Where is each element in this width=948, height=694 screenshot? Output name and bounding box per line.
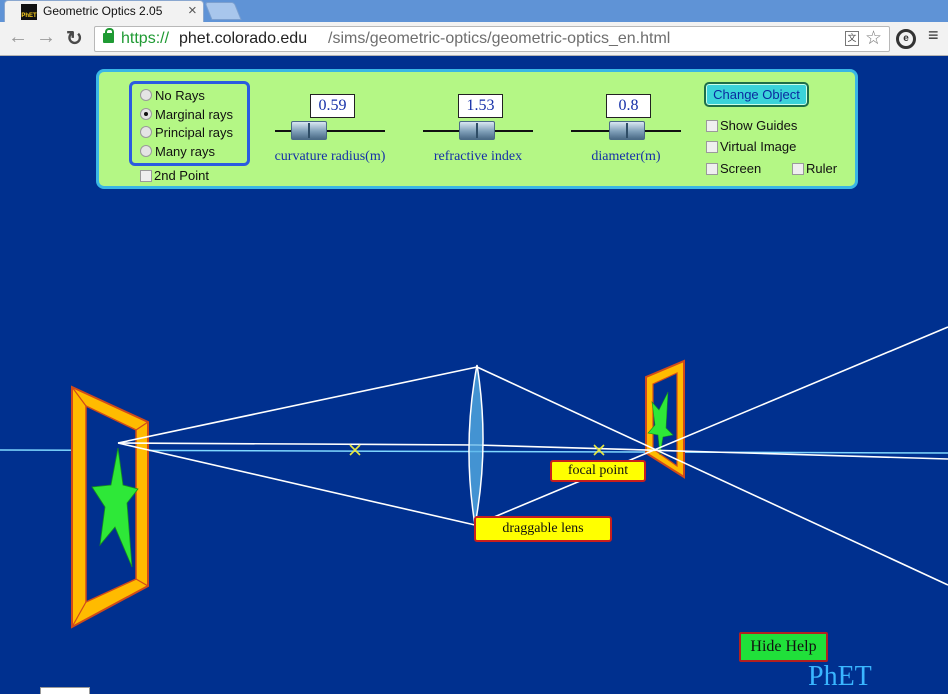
slider-knob[interactable] [609,121,645,140]
radio-button[interactable] [140,89,152,101]
checkbox-label: Show Guides [720,118,798,133]
translate-icon[interactable]: 文 [845,31,859,46]
virtual-image-checkbox[interactable]: Virtual Image [706,139,796,154]
checkbox-box[interactable] [706,140,718,153]
ray-mode-group: No Rays Marginal rays Principal rays Man… [129,81,250,166]
checkbox-box[interactable] [706,119,718,132]
phet-logo[interactable]: PhET [808,661,872,693]
curvature-radius-slider[interactable]: 0.59 curvature radius(m) [275,94,385,164]
radio-label: Many rays [155,143,215,159]
checkbox-box[interactable] [140,169,152,182]
checkbox-box[interactable] [706,162,718,175]
ruler-tool[interactable] [40,687,90,694]
radio-marginal-rays[interactable]: Marginal rays [140,105,233,123]
focal-point-label: focal point [550,460,646,482]
radio-button[interactable] [140,108,152,120]
radio-no-rays[interactable]: No Rays [140,86,205,104]
reload-icon[interactable]: ↻ [66,26,83,51]
slider-knob[interactable] [291,121,327,140]
menu-icon[interactable]: ≡ [928,25,939,46]
checkbox-label: Virtual Image [720,139,797,154]
light-rays [117,326,948,586]
radio-label: No Rays [155,87,205,103]
radio-button[interactable] [140,126,152,138]
bookmark-star-icon[interactable]: ☆ [865,27,882,50]
focal-point-marker-right [593,444,605,456]
slider-label: refractive index [433,149,523,164]
back-arrow-icon[interactable]: ← [8,26,28,49]
slider-label: curvature radius(m) [274,149,386,164]
phet-favicon-icon: PhET [21,4,37,20]
hide-help-button[interactable]: Hide Help [739,632,828,662]
ruler-checkbox[interactable]: Ruler [792,161,837,176]
screen-checkbox[interactable]: Screen [706,161,761,176]
radio-label: Marginal rays [155,106,234,122]
tab-title: Geometric Optics 2.05 [43,4,163,18]
focal-point-marker-left [349,444,361,456]
slider-value: 0.59 [310,94,355,118]
lens[interactable] [468,364,484,526]
slider-knob[interactable] [459,121,495,140]
radio-many-rays[interactable]: Many rays [140,142,215,160]
show-guides-checkbox[interactable]: Show Guides [706,118,797,133]
tab-close-icon[interactable]: × [188,2,197,19]
browser-toolbar: ← → ↻ https:// phet.colorado.edu /sims/g… [0,22,948,56]
radio-label: Principal rays [155,124,234,140]
checkbox-box[interactable] [792,162,804,175]
draggable-lens-label: draggable lens [474,516,612,542]
change-object-button[interactable]: Change Object [704,82,809,107]
checkbox-label: Screen [720,161,762,176]
radio-principal-rays[interactable]: Principal rays [140,123,233,141]
forward-arrow-icon[interactable]: → [36,26,56,49]
radio-button[interactable] [140,145,152,157]
url-host: phet.colorado.edu [179,30,308,47]
checkbox-label: 2nd Point [154,168,209,183]
slider-value: 1.53 [458,94,503,118]
address-bar[interactable]: https:// phet.colorado.edu /sims/geometr… [94,26,890,52]
second-point-checkbox[interactable]: 2nd Point [140,168,209,183]
slider-value: 0.8 [606,94,651,118]
browser-tab-strip: PhET Geometric Optics 2.05 × [0,0,948,22]
lock-icon [103,28,114,43]
url-scheme: https:// [121,30,170,47]
extension-icon[interactable]: e [896,29,916,49]
refractive-index-slider[interactable]: 1.53 refractive index [423,94,533,164]
checkbox-label: Ruler [806,161,838,176]
diameter-slider[interactable]: 0.8 diameter(m) [571,94,681,164]
control-panel: No Rays Marginal rays Principal rays Man… [96,69,858,189]
browser-tab[interactable]: PhET Geometric Optics 2.05 × [4,0,204,22]
new-tab-button[interactable] [204,2,242,20]
simulation-canvas[interactable]: No Rays Marginal rays Principal rays Man… [0,57,948,694]
slider-label: diameter(m) [591,149,661,164]
url-path: /sims/geometric-optics/geometric-optics_… [328,30,671,47]
